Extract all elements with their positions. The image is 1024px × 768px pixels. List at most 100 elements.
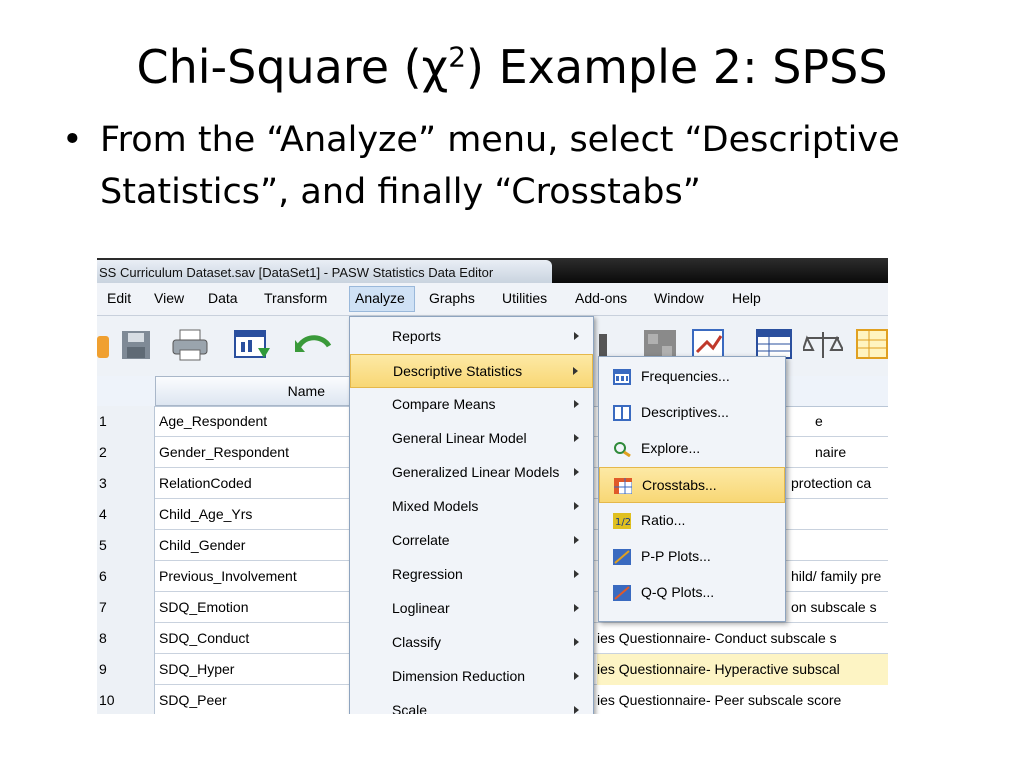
- window-title-tab: SS Curriculum Dataset.sav [DataSet1] - P…: [97, 260, 552, 283]
- menu-item-label: Correlate: [392, 532, 450, 548]
- menu-item-scale[interactable]: Scale: [350, 694, 593, 714]
- menu-bar: Edit View Data Transform Analyze Graphs …: [97, 283, 888, 316]
- menu-transform[interactable]: Transform: [264, 290, 327, 306]
- row-number[interactable]: 10: [97, 685, 155, 714]
- menu-addons[interactable]: Add-ons: [575, 290, 627, 306]
- row-number[interactable]: 9: [97, 654, 155, 685]
- menu-item-dimension-reduction[interactable]: Dimension Reduction: [350, 660, 593, 694]
- menu-item-label: Loglinear: [392, 600, 450, 616]
- name-column-header[interactable]: Name: [155, 376, 350, 406]
- submenu-item-ratio[interactable]: 1/2 Ratio...: [599, 503, 785, 539]
- analyze-menu: Reports Descriptive Statistics Compare M…: [349, 316, 594, 714]
- row-number[interactable]: 6: [97, 561, 155, 592]
- submenu-arrow-icon: [574, 536, 579, 544]
- variable-name-cell[interactable]: SDQ_Peer: [155, 685, 350, 714]
- undo-icon[interactable]: [293, 332, 333, 358]
- variable-name-cell[interactable]: Previous_Involvement: [155, 561, 350, 592]
- menu-item-label: Mixed Models: [392, 498, 479, 514]
- submenu-item-label: Q-Q Plots...: [641, 584, 715, 600]
- menu-graphs[interactable]: Graphs: [429, 290, 475, 306]
- spss-screenshot: SS Curriculum Dataset.sav [DataSet1] - P…: [97, 258, 888, 714]
- menu-item-label: General Linear Model: [392, 430, 527, 446]
- menu-view[interactable]: View: [154, 290, 184, 306]
- menu-item-reports[interactable]: Reports: [350, 320, 593, 354]
- menu-item-compare-means[interactable]: Compare Means: [350, 388, 593, 422]
- submenu-arrow-icon: [574, 502, 579, 510]
- row-number[interactable]: 3: [97, 468, 155, 499]
- svg-text:1/2: 1/2: [615, 517, 631, 528]
- menu-window[interactable]: Window: [654, 290, 704, 306]
- submenu-item-label: Crosstabs...: [642, 477, 717, 493]
- descriptives-icon: [613, 405, 631, 421]
- variable-label-cell[interactable]: ies Questionnaire- Peer subscale score: [597, 685, 841, 714]
- pp-plots-icon: [613, 549, 631, 565]
- descriptive-statistics-submenu: Frequencies... Descriptives... Explore..…: [598, 356, 786, 622]
- menu-item-regression[interactable]: Regression: [350, 558, 593, 592]
- variable-name-cell[interactable]: Age_Respondent: [155, 406, 350, 437]
- submenu-item-label: Descriptives...: [641, 404, 729, 420]
- bullet-text: From the “Analyze” menu, select “Descrip…: [100, 120, 900, 212]
- slide-title-post: ) Example 2: SPSS: [466, 40, 888, 94]
- submenu-item-frequencies[interactable]: Frequencies...: [599, 359, 785, 395]
- menu-item-generalized-linear-models[interactable]: Generalized Linear Models: [350, 456, 593, 490]
- submenu-arrow-icon: [574, 468, 579, 476]
- submenu-item-label: Ratio...: [641, 512, 686, 528]
- qq-plots-icon: [613, 585, 631, 601]
- row-number[interactable]: 7: [97, 592, 155, 623]
- submenu-item-label: Explore...: [641, 440, 701, 456]
- ratio-icon: 1/2: [613, 513, 631, 529]
- submenu-arrow-icon: [574, 570, 579, 578]
- window-titlebar: SS Curriculum Dataset.sav [DataSet1] - P…: [97, 258, 888, 283]
- menu-analyze[interactable]: Analyze: [355, 290, 405, 306]
- menu-item-classify[interactable]: Classify: [350, 626, 593, 660]
- submenu-arrow-icon: [574, 604, 579, 612]
- variable-label-cell[interactable]: ies Questionnaire- Hyperactive subscal: [597, 654, 888, 685]
- row-number[interactable]: 1: [97, 406, 155, 437]
- save-icon[interactable]: [121, 330, 151, 360]
- submenu-arrow-icon: [574, 400, 579, 408]
- variable-name-cell[interactable]: SDQ_Emotion: [155, 592, 350, 623]
- submenu-arrow-icon: [574, 706, 579, 714]
- menu-edit[interactable]: Edit: [107, 290, 131, 306]
- weight-cases-icon[interactable]: [803, 328, 843, 362]
- variable-label-cell[interactable]: naire: [815, 437, 846, 468]
- variable-name-cell[interactable]: SDQ_Conduct: [155, 623, 350, 654]
- submenu-item-crosstabs[interactable]: Crosstabs...: [599, 467, 785, 503]
- variable-name-cell[interactable]: Gender_Respondent: [155, 437, 350, 468]
- variable-label-cell[interactable]: e: [815, 406, 823, 437]
- menu-item-general-linear-model[interactable]: General Linear Model: [350, 422, 593, 456]
- frequencies-icon: [613, 369, 631, 385]
- slide-title: Chi-Square (χ2) Example 2: SPSS: [0, 40, 1024, 94]
- open-folder-icon[interactable]: [97, 330, 109, 362]
- submenu-item-descriptives[interactable]: Descriptives...: [599, 395, 785, 431]
- submenu-arrow-icon: [573, 367, 578, 375]
- menu-item-label: Dimension Reduction: [392, 668, 526, 684]
- submenu-item-pp-plots[interactable]: P-P Plots...: [599, 539, 785, 575]
- row-number[interactable]: 4: [97, 499, 155, 530]
- menu-item-correlate[interactable]: Correlate: [350, 524, 593, 558]
- variable-name-cell[interactable]: Child_Age_Yrs: [155, 499, 350, 530]
- submenu-item-qq-plots[interactable]: Q-Q Plots...: [599, 575, 785, 611]
- dialog-recall-icon[interactable]: [232, 328, 272, 364]
- menu-item-descriptive-statistics[interactable]: Descriptive Statistics: [350, 354, 593, 388]
- variable-label-cell[interactable]: protection ca: [791, 468, 871, 499]
- submenu-arrow-icon: [574, 672, 579, 680]
- submenu-item-explore[interactable]: Explore...: [599, 431, 785, 467]
- menu-data[interactable]: Data: [208, 290, 238, 306]
- menu-help[interactable]: Help: [732, 290, 761, 306]
- row-number[interactable]: 2: [97, 437, 155, 468]
- row-number[interactable]: 5: [97, 530, 155, 561]
- menu-item-mixed-models[interactable]: Mixed Models: [350, 490, 593, 524]
- select-cases-icon[interactable]: [855, 326, 888, 362]
- menu-utilities[interactable]: Utilities: [502, 290, 547, 306]
- variable-label-cell[interactable]: on subscale s: [791, 592, 877, 623]
- menu-item-loglinear[interactable]: Loglinear: [350, 592, 593, 626]
- row-number[interactable]: 8: [97, 623, 155, 654]
- print-icon[interactable]: [171, 328, 209, 362]
- variable-label-cell[interactable]: hild/ family pre: [791, 561, 881, 592]
- submenu-arrow-icon: [574, 638, 579, 646]
- variable-label-cell[interactable]: ies Questionnaire- Conduct subscale s: [597, 623, 837, 654]
- variable-name-cell[interactable]: SDQ_Hyper: [155, 654, 350, 685]
- variable-name-cell[interactable]: Child_Gender: [155, 530, 350, 561]
- variable-name-cell[interactable]: RelationCoded: [155, 468, 350, 499]
